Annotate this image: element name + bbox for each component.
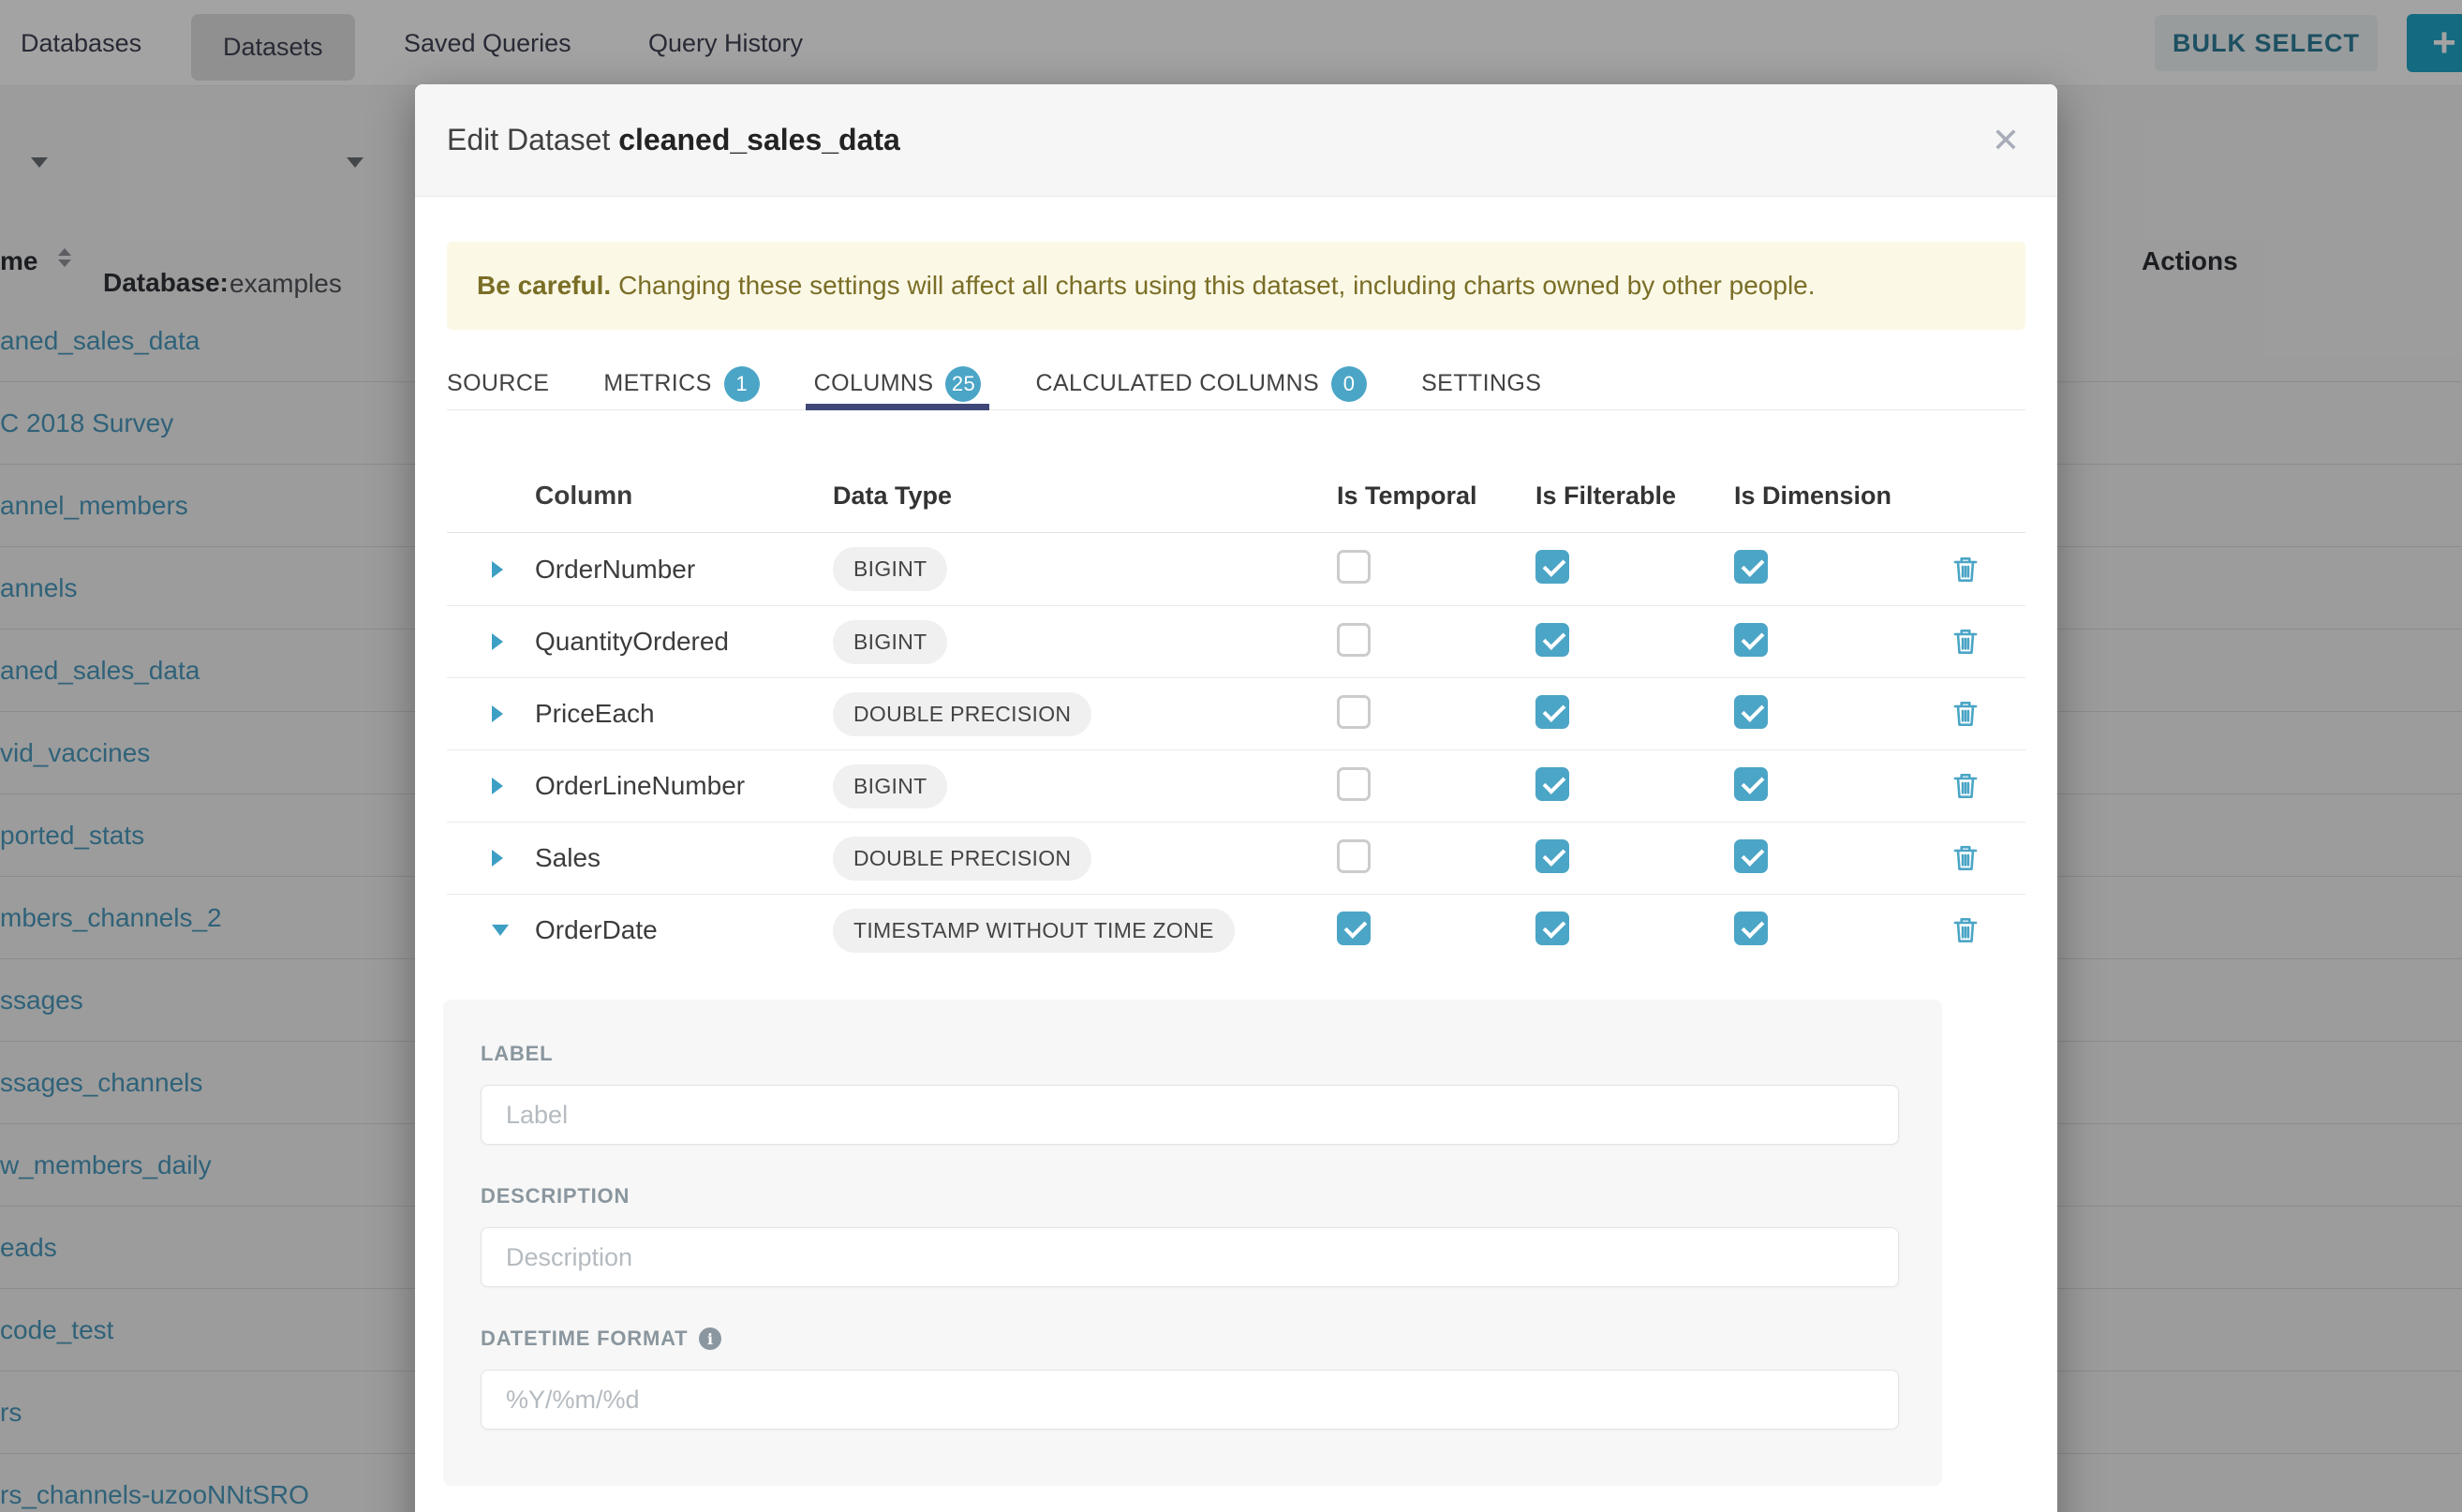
tab-settings[interactable]: SETTINGS (1421, 363, 1541, 404)
caret-down-icon (492, 925, 509, 936)
datetime-format-field-heading: DATETIME FORMAT i (481, 1327, 1899, 1351)
warning-bold: Be careful. (477, 271, 611, 301)
data-type-pill: BIGINT (833, 547, 947, 591)
column-row: QuantityOrderedBIGINT (447, 605, 2025, 677)
modal-tabs: SOURCE METRICS 1 COLUMNS 25 CALCULATED COL… (447, 363, 2025, 410)
caret-right-icon (492, 778, 503, 794)
is-temporal-checkbox[interactable] (1337, 550, 1371, 584)
columns-count-badge: 25 (945, 366, 981, 402)
column-name: OrderLineNumber (535, 771, 833, 801)
trash-icon[interactable] (1951, 771, 1980, 801)
expand-toggle[interactable] (447, 561, 535, 578)
data-type-pill: BIGINT (833, 764, 947, 808)
is-temporal-checkbox[interactable] (1337, 695, 1371, 729)
tab-calculated-columns[interactable]: CALCULATED COLUMNS 0 (1035, 363, 1367, 404)
description-field-heading: DESCRIPTION (481, 1184, 1899, 1208)
columns-table-rows: OrderNumberBIGINTQuantityOrderedBIGINTPr… (447, 533, 2025, 966)
info-icon[interactable]: i (699, 1327, 721, 1350)
tab-source[interactable]: SOURCE (447, 363, 549, 404)
trash-icon[interactable] (1951, 699, 1980, 729)
trash-icon[interactable] (1951, 627, 1980, 657)
expand-toggle[interactable] (447, 633, 535, 650)
is-temporal-checkbox[interactable] (1337, 912, 1371, 945)
expand-toggle[interactable] (447, 705, 535, 722)
tab-label: SOURCE (447, 370, 549, 397)
close-icon[interactable]: ✕ (1992, 124, 2020, 157)
is-dimension-checkbox[interactable] (1734, 623, 1768, 657)
warning-banner: Be careful. Changing these settings will… (447, 242, 2025, 330)
modal-header: Edit Dataset cleaned_sales_data ✕ (415, 84, 2057, 197)
tab-label: COLUMNS (814, 370, 934, 397)
calculated-columns-count-badge: 0 (1331, 366, 1367, 402)
expand-toggle[interactable] (447, 850, 535, 867)
tab-label: CALCULATED COLUMNS (1035, 370, 1319, 397)
is-filterable-checkbox[interactable] (1535, 912, 1569, 945)
column-name: PriceEach (535, 699, 833, 729)
is-temporal-checkbox[interactable] (1337, 623, 1371, 657)
data-type-pill: DOUBLE PRECISION (833, 692, 1091, 736)
data-type-pill: DOUBLE PRECISION (833, 837, 1091, 881)
label-field-heading: LABEL (481, 1042, 1899, 1066)
is-filterable-checkbox[interactable] (1535, 767, 1569, 801)
is-temporal-checkbox[interactable] (1337, 767, 1371, 801)
column-name: QuantityOrdered (535, 627, 833, 657)
is-temporal-checkbox[interactable] (1337, 839, 1371, 873)
tab-label: SETTINGS (1421, 370, 1541, 397)
caret-right-icon (492, 561, 503, 578)
trash-icon[interactable] (1951, 843, 1980, 873)
trash-icon[interactable] (1951, 555, 1980, 585)
modal-title-prefix: Edit Dataset (447, 123, 610, 156)
datetime-format-input[interactable] (481, 1370, 1899, 1430)
is-dimension-checkbox[interactable] (1734, 550, 1768, 584)
column-name: Sales (535, 843, 833, 873)
is-filterable-checkbox[interactable] (1535, 839, 1569, 873)
column-editor-panel: LABEL DESCRIPTION DATETIME FORMAT i (443, 1000, 1942, 1486)
modal-dataset-name: cleaned_sales_data (618, 123, 900, 156)
description-input[interactable] (481, 1227, 1899, 1287)
modal-body: Be careful. Changing these settings will… (415, 242, 2057, 1486)
tab-label: METRICS (603, 370, 711, 397)
caret-right-icon (492, 850, 503, 867)
column-row: PriceEachDOUBLE PRECISION (447, 677, 2025, 749)
column-row: SalesDOUBLE PRECISION (447, 822, 2025, 894)
warning-text: Changing these settings will affect all … (618, 271, 1815, 301)
label-input[interactable] (481, 1085, 1899, 1145)
is-filterable-checkbox[interactable] (1535, 550, 1569, 584)
expand-toggle[interactable] (447, 925, 535, 936)
header-is-filterable: Is Filterable (1535, 482, 1734, 511)
column-row: OrderDateTIMESTAMP WITHOUT TIME ZONE (447, 894, 2025, 966)
caret-right-icon (492, 633, 503, 650)
tab-columns[interactable]: COLUMNS 25 (814, 363, 982, 404)
header-column: Column (535, 481, 833, 511)
modal-title: Edit Dataset cleaned_sales_data (447, 123, 900, 157)
header-is-dimension: Is Dimension (1734, 482, 1933, 511)
is-dimension-checkbox[interactable] (1734, 912, 1768, 945)
screen: Databases Datasets Saved Queries Query H… (0, 0, 2462, 1512)
column-row: OrderLineNumberBIGINT (447, 749, 2025, 822)
column-row: OrderNumberBIGINT (447, 533, 2025, 605)
metrics-count-badge: 1 (724, 366, 760, 402)
columns-table-header: Column Data Type Is Temporal Is Filterab… (447, 459, 2025, 533)
caret-right-icon (492, 705, 503, 722)
expand-toggle[interactable] (447, 778, 535, 794)
column-name: OrderDate (535, 915, 833, 945)
tab-metrics[interactable]: METRICS 1 (603, 363, 759, 404)
is-dimension-checkbox[interactable] (1734, 767, 1768, 801)
is-dimension-checkbox[interactable] (1734, 839, 1768, 873)
header-data-type: Data Type (833, 482, 1337, 511)
is-filterable-checkbox[interactable] (1535, 623, 1569, 657)
data-type-pill: TIMESTAMP WITHOUT TIME ZONE (833, 909, 1235, 953)
columns-table: Column Data Type Is Temporal Is Filterab… (447, 459, 2025, 966)
trash-icon[interactable] (1951, 915, 1980, 945)
is-filterable-checkbox[interactable] (1535, 695, 1569, 729)
column-name: OrderNumber (535, 555, 833, 585)
header-is-temporal: Is Temporal (1337, 482, 1535, 511)
is-dimension-checkbox[interactable] (1734, 695, 1768, 729)
edit-dataset-modal: Edit Dataset cleaned_sales_data ✕ Be car… (415, 84, 2057, 1512)
data-type-pill: BIGINT (833, 620, 947, 664)
